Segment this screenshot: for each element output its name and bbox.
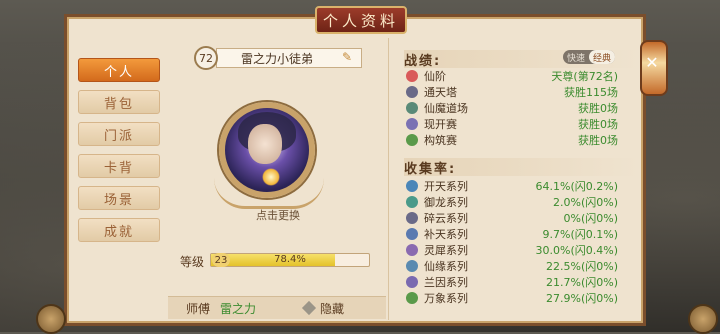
collection-label: 开天系列 [424, 180, 468, 193]
arena-icon [406, 102, 418, 114]
window-title: 个人资料 [315, 6, 407, 34]
avatar-face [248, 124, 282, 164]
collection-value: 22.5%(闪0%) [546, 260, 618, 273]
collection-row: 碎云系列 0%(闪0%) [404, 210, 638, 226]
collection-label: 兰因系列 [424, 276, 468, 289]
record-value: 获胜0场 [578, 118, 618, 131]
record-list: 仙阶 天尊(第72名) 通天塔 获胜115场 仙魔道场 获胜0场 现开赛 获胜0场 构筑赛 获胜0… [404, 68, 638, 148]
master-row: 师傅 雷之力 隐藏 [168, 296, 386, 319]
collection-title: 收集率: [404, 158, 638, 177]
collection-value: 0%(闪0%) [563, 212, 618, 225]
toggle-quick[interactable]: 快速 [563, 50, 589, 64]
collection-row: 御龙系列 2.0%(闪0%) [404, 194, 638, 210]
cloud-icon [406, 212, 418, 224]
collection-row: 仙缘系列 22.5%(闪0%) [404, 258, 638, 274]
collection-list: 开天系列 64.1%(闪0.2%) 御龙系列 2.0%(闪0%) 碎云系列 0%(闪0%)… [404, 178, 638, 306]
collection-value: 30.0%(闪0.4%) [535, 244, 618, 257]
record-label: 构筑赛 [424, 134, 457, 147]
collection-value: 2.0%(闪0%) [553, 196, 618, 209]
master-label: 师傅 [186, 301, 211, 316]
record-row: 构筑赛 获胜0场 [404, 132, 638, 148]
record-label: 现开赛 [424, 118, 457, 131]
open-icon [406, 118, 418, 130]
kaitian-icon [406, 180, 418, 192]
collection-value: 21.7%(闪0%) [546, 276, 618, 289]
collection-label: 灵犀系列 [424, 244, 468, 257]
record-value: 天尊(第72名) [551, 70, 618, 83]
sidebar-item-scene[interactable]: 场景 [78, 186, 160, 210]
edit-name-icon[interactable]: ✎ [342, 50, 358, 66]
record-label: 仙魔道场 [424, 102, 468, 115]
collection-row: 补天系列 9.7%(闪0.1%) [404, 226, 638, 242]
collection-label: 仙缘系列 [424, 260, 468, 273]
level-label: 等级 [180, 255, 205, 269]
player-name: 雷之力小徒弟 [216, 48, 362, 68]
collection-label: 补天系列 [424, 228, 468, 241]
record-value: 获胜115场 [564, 86, 618, 99]
collection-row: 兰因系列 21.7%(闪0%) [404, 274, 638, 290]
toggle-classic[interactable]: 经典 [589, 50, 615, 64]
collection-row: 灵犀系列 30.0%(闪0.4%) [404, 242, 638, 258]
chat-icon[interactable] [36, 304, 66, 334]
collection-row: 万象系列 27.9%(闪0%) [404, 290, 638, 306]
record-value: 获胜0场 [578, 102, 618, 115]
change-avatar-label[interactable]: 点击更换 [248, 207, 308, 223]
butian-icon [406, 228, 418, 240]
record-row: 现开赛 获胜0场 [404, 116, 638, 132]
xianyuan-icon [406, 260, 418, 272]
master-name[interactable]: 雷之力 [220, 300, 256, 317]
sidebar: 个人 背包 门派 卡背 场景 成就 [78, 58, 160, 250]
tower-icon [406, 86, 418, 98]
record-row: 仙阶 天尊(第72名) [404, 68, 638, 84]
level-badge: 72 [194, 46, 218, 70]
collection-value: 64.1%(闪0.2%) [535, 180, 618, 193]
sidebar-item-achievements[interactable]: 成就 [78, 218, 160, 242]
level-row: 等级 23 78.4% [176, 253, 376, 269]
sidebar-item-sect[interactable]: 门派 [78, 122, 160, 146]
record-label: 仙阶 [424, 70, 446, 83]
build-icon [406, 134, 418, 146]
level-progress-text: 78.4% [274, 254, 306, 265]
lanyin-icon [406, 276, 418, 288]
collection-label: 碎云系列 [424, 212, 468, 225]
sidebar-item-card-back[interactable]: 卡背 [78, 154, 160, 178]
collection-label: 御龙系列 [424, 196, 468, 209]
collection-value: 27.9%(闪0%) [546, 292, 618, 305]
dragon-icon [406, 196, 418, 208]
mode-toggle[interactable]: 快速 经典 [563, 50, 615, 64]
collection-row: 开天系列 64.1%(闪0.2%) [404, 178, 638, 194]
record-row: 仙魔道场 获胜0场 [404, 100, 638, 116]
record-value: 获胜0场 [578, 134, 618, 147]
glow-orb [262, 168, 280, 186]
sidebar-item-bag[interactable]: 背包 [78, 90, 160, 114]
wanxiang-icon [406, 292, 418, 304]
hide-label[interactable]: 隐藏 [320, 300, 344, 317]
record-row: 通天塔 获胜115场 [404, 84, 638, 100]
record-label: 通天塔 [424, 86, 457, 99]
hide-checkbox-icon[interactable] [301, 300, 317, 316]
collection-value: 9.7%(闪0.1%) [542, 228, 618, 241]
close-icon[interactable]: ✕ [642, 52, 662, 72]
collection-label: 万象系列 [424, 292, 468, 305]
immortal-icon [406, 70, 418, 82]
sidebar-item-personal[interactable]: 个人 [78, 58, 160, 82]
menu-icon[interactable] [688, 304, 718, 334]
lingxi-icon [406, 244, 418, 256]
